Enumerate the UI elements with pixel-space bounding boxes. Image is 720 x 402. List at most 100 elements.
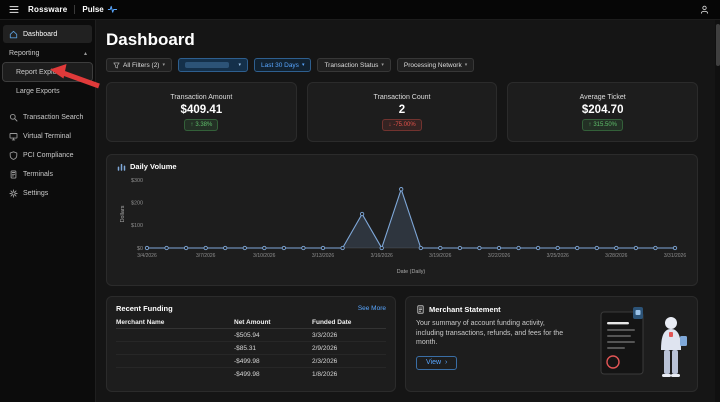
net-amount: -$85.31 — [234, 345, 312, 352]
sidebar-item-label: PCI Compliance — [23, 152, 74, 159]
recent-funding-card: Recent Funding See More Merchant Name Ne… — [106, 296, 396, 392]
daily-volume-chart: $0 $100 $200 $300 3/4/2026 3/7/2026 3/10/2026 3… — [117, 172, 687, 276]
svg-text:3/16/2026: 3/16/2026 — [371, 253, 393, 259]
svg-text:3/28/2026: 3/28/2026 — [605, 253, 627, 259]
metric-label: Transaction Count — [374, 94, 431, 101]
svg-text:3/10/2026: 3/10/2026 — [253, 253, 275, 259]
svg-text:3/31/2026: 3/31/2026 — [664, 253, 686, 259]
sidebar-item-virtual-terminal[interactable]: Virtual Terminal — [3, 127, 92, 145]
svg-text:Date (Daily): Date (Daily) — [397, 269, 426, 275]
chevron-down-icon: ▾ — [465, 63, 468, 68]
metric-value: $204.70 — [582, 104, 624, 116]
svg-text:3/19/2026: 3/19/2026 — [429, 253, 451, 259]
chevron-down-icon: ▾ — [162, 63, 165, 68]
metric-value: 2 — [399, 104, 405, 116]
svg-text:$300: $300 — [131, 178, 143, 184]
change-badge: ↑ 3.38% — [184, 119, 218, 131]
chevron-up-icon: ▴ — [84, 50, 87, 57]
see-more-link[interactable]: See More — [358, 305, 386, 312]
sidebar-item-report-explorer[interactable]: Report Explorer — [3, 63, 92, 81]
svg-text:Dollars: Dollars — [120, 205, 126, 222]
scrollbar-thumb[interactable] — [716, 24, 720, 66]
sidebar-item-label: Transaction Search — [23, 114, 83, 121]
svg-text:3/7/2026: 3/7/2026 — [196, 253, 216, 259]
sidebar-item-terminals[interactable]: Terminals — [3, 165, 92, 183]
chevron-down-icon: ▾ — [381, 63, 384, 68]
svg-text:$200: $200 — [131, 201, 143, 207]
metric-value: $409.41 — [181, 104, 223, 116]
user-account-icon[interactable] — [697, 3, 711, 17]
document-icon — [416, 305, 425, 314]
home-icon — [9, 30, 18, 39]
sidebar-item-reporting[interactable]: Reporting ▴ — [3, 44, 92, 62]
svg-text:3/25/2026: 3/25/2026 — [547, 253, 569, 259]
sidebar-item-settings[interactable]: Settings — [3, 184, 92, 202]
metric-card-transaction-amount: Transaction Amount $409.41 ↑ 3.38% — [106, 82, 297, 142]
sidebar-item-label: Dashboard — [23, 31, 57, 38]
sidebar-item-large-exports[interactable]: Large Exports — [3, 82, 92, 100]
monitor-icon — [9, 132, 18, 141]
terminal-device-icon — [9, 170, 18, 179]
svg-text:3/22/2026: 3/22/2026 — [488, 253, 510, 259]
chevron-down-icon: ▾ — [238, 63, 241, 68]
merchant-select[interactable]: ▾ — [178, 58, 248, 72]
statement-illustration — [587, 306, 691, 382]
net-amount: -$499.98 — [234, 358, 312, 365]
net-amount: -$505.94 — [234, 332, 312, 339]
arrow-up-icon: ↑ — [588, 121, 591, 129]
gear-icon — [9, 189, 18, 198]
topbar-divider — [74, 5, 75, 14]
chevron-right-icon: › — [445, 359, 447, 366]
metric-cards: Transaction Amount $409.41 ↑ 3.38% Trans… — [106, 82, 698, 142]
main-content: Dashboard All Filters (2) ▾ ▾ Last 30 Da… — [96, 20, 720, 402]
sidebar-item-label: Large Exports — [16, 88, 60, 95]
svg-text:$0: $0 — [137, 246, 143, 252]
arrow-up-icon: ↑ — [190, 121, 193, 129]
merchant-redacted-value — [185, 62, 229, 68]
product-name: Pulse — [82, 5, 103, 14]
transaction-status-select[interactable]: Transaction Status ▾ — [317, 58, 390, 72]
menu-icon[interactable] — [9, 4, 21, 16]
table-row: -$499.98 2/3/2026 — [116, 355, 386, 368]
funnel-icon — [113, 62, 120, 69]
shield-icon — [9, 151, 18, 160]
app-window: Rossware Pulse Dashboard Reporting ▴ Rep… — [0, 0, 720, 402]
change-badge: ↑ 315.50% — [582, 119, 623, 131]
arrow-down-icon: ↓ — [388, 121, 391, 129]
topbar: Rossware Pulse — [0, 0, 720, 20]
chart-title: Daily Volume — [130, 162, 177, 171]
recent-funding-title: Recent Funding — [116, 304, 173, 313]
pulse-icon — [107, 5, 118, 14]
product-logo: Pulse — [82, 5, 117, 14]
metric-card-transaction-count: Transaction Count 2 ↓ -75.00% — [307, 82, 498, 142]
sidebar-item-label: Reporting — [9, 50, 39, 57]
svg-text:3/13/2026: 3/13/2026 — [312, 253, 334, 259]
sidebar-item-pci-compliance[interactable]: PCI Compliance — [3, 146, 92, 164]
funding-table-header: Merchant Name Net Amount Funded Date — [116, 317, 386, 329]
funded-date: 2/3/2026 — [312, 358, 386, 365]
processing-network-select[interactable]: Processing Network ▾ — [397, 58, 474, 72]
metric-card-average-ticket: Average Ticket $204.70 ↑ 315.50% — [507, 82, 698, 142]
svg-text:3/4/2026: 3/4/2026 — [137, 253, 157, 259]
funded-date: 2/9/2026 — [312, 345, 386, 352]
table-row: -$85.31 2/9/2026 — [116, 342, 386, 355]
table-row: -$499.98 1/8/2026 — [116, 368, 386, 381]
all-filters-button[interactable]: All Filters (2) ▾ — [106, 58, 172, 72]
daily-volume-card: Daily Volume $0 $100 $200 $300 3/4/2026 3/7/2… — [106, 154, 698, 286]
filter-bar: All Filters (2) ▾ ▾ Last 30 Days ▾ Trans… — [106, 58, 698, 72]
sidebar-item-dashboard[interactable]: Dashboard — [3, 25, 92, 43]
bottom-row: Recent Funding See More Merchant Name Ne… — [106, 296, 698, 392]
sidebar-item-label: Virtual Terminal — [23, 133, 71, 140]
sidebar-item-transaction-search[interactable]: Transaction Search — [3, 108, 92, 126]
date-range-select[interactable]: Last 30 Days ▾ — [254, 58, 311, 72]
change-badge: ↓ -75.00% — [382, 119, 421, 131]
view-statement-button[interactable]: View › — [416, 356, 457, 370]
sidebar-item-label: Terminals — [23, 171, 53, 178]
funded-date: 1/8/2026 — [312, 371, 386, 378]
sidebar: Dashboard Reporting ▴ Report Explorer La… — [0, 20, 96, 402]
chart-icon — [117, 162, 126, 171]
sidebar-item-label: Settings — [23, 190, 48, 197]
merchant-statement-title: Merchant Statement — [429, 305, 501, 314]
brand-logo: Rossware — [28, 5, 67, 14]
svg-text:$100: $100 — [131, 223, 143, 229]
